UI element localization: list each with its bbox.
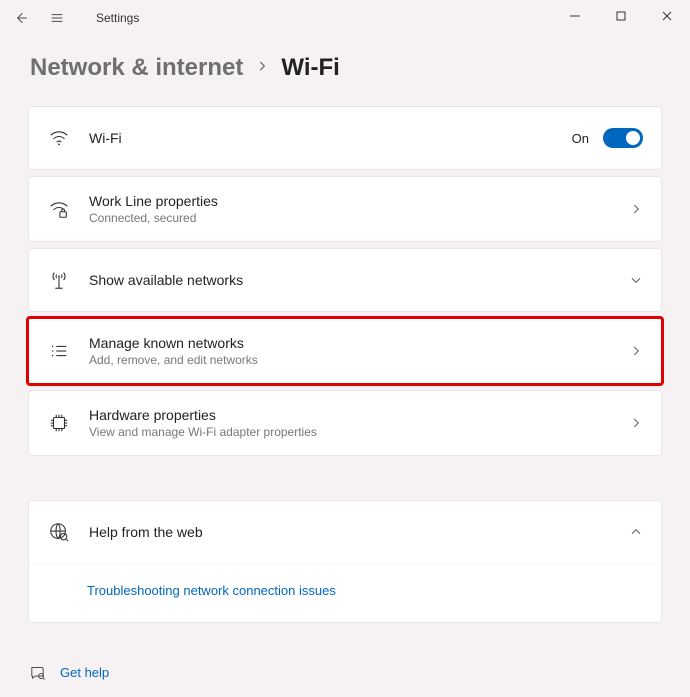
back-button[interactable] — [12, 9, 30, 27]
hamburger-menu[interactable] — [48, 9, 66, 27]
chevron-right-icon — [629, 416, 643, 430]
close-button[interactable] — [644, 0, 690, 32]
chevron-down-icon — [629, 273, 643, 287]
wifi-title: Wi-Fi — [89, 130, 572, 146]
wifi-lock-icon — [47, 197, 71, 221]
breadcrumb-parent[interactable]: Network & internet — [30, 54, 243, 82]
get-help-icon — [28, 663, 46, 681]
manage-known-title: Manage known networks — [89, 335, 629, 351]
breadcrumb-current: Wi-Fi — [281, 54, 339, 82]
footer: Get help — [0, 647, 690, 697]
help-from-web-card: Help from the web Troubleshooting networ… — [28, 500, 662, 623]
hardware-title: Hardware properties — [89, 407, 629, 423]
antenna-icon — [47, 268, 71, 292]
globe-search-icon — [47, 520, 71, 544]
help-title: Help from the web — [89, 524, 629, 540]
hardware-sub: View and manage Wi-Fi adapter properties — [89, 425, 629, 439]
titlebar: Settings — [0, 0, 690, 36]
show-available-networks-card[interactable]: Show available networks — [28, 248, 662, 312]
chevron-right-icon — [255, 59, 269, 78]
chevron-right-icon — [629, 202, 643, 216]
app-title: Settings — [96, 11, 139, 25]
troubleshoot-link[interactable]: Troubleshooting network connection issue… — [87, 583, 336, 598]
show-available-title: Show available networks — [89, 272, 629, 288]
window-controls — [552, 0, 690, 32]
chevron-right-icon — [629, 344, 643, 358]
network-properties-sub: Connected, secured — [89, 211, 629, 225]
maximize-button[interactable] — [598, 0, 644, 32]
wifi-icon — [47, 126, 71, 150]
minimize-button[interactable] — [552, 0, 598, 32]
chip-icon — [47, 411, 71, 435]
manage-known-sub: Add, remove, and edit networks — [89, 353, 629, 367]
manage-known-networks-card[interactable]: Manage known networks Add, remove, and e… — [28, 318, 662, 384]
wifi-toggle-state: On — [572, 131, 589, 146]
network-properties-card[interactable]: Work Line properties Connected, secured — [28, 176, 662, 242]
get-help-link[interactable]: Get help — [60, 665, 109, 680]
chevron-up-icon — [629, 525, 643, 539]
wifi-toggle-card[interactable]: Wi-Fi On — [28, 106, 662, 170]
network-properties-title: Work Line properties — [89, 193, 629, 209]
list-icon — [47, 339, 71, 363]
help-from-web-header[interactable]: Help from the web — [29, 501, 661, 563]
hardware-properties-card[interactable]: Hardware properties View and manage Wi-F… — [28, 390, 662, 456]
wifi-toggle[interactable] — [603, 128, 643, 148]
breadcrumb: Network & internet Wi-Fi — [0, 36, 690, 106]
